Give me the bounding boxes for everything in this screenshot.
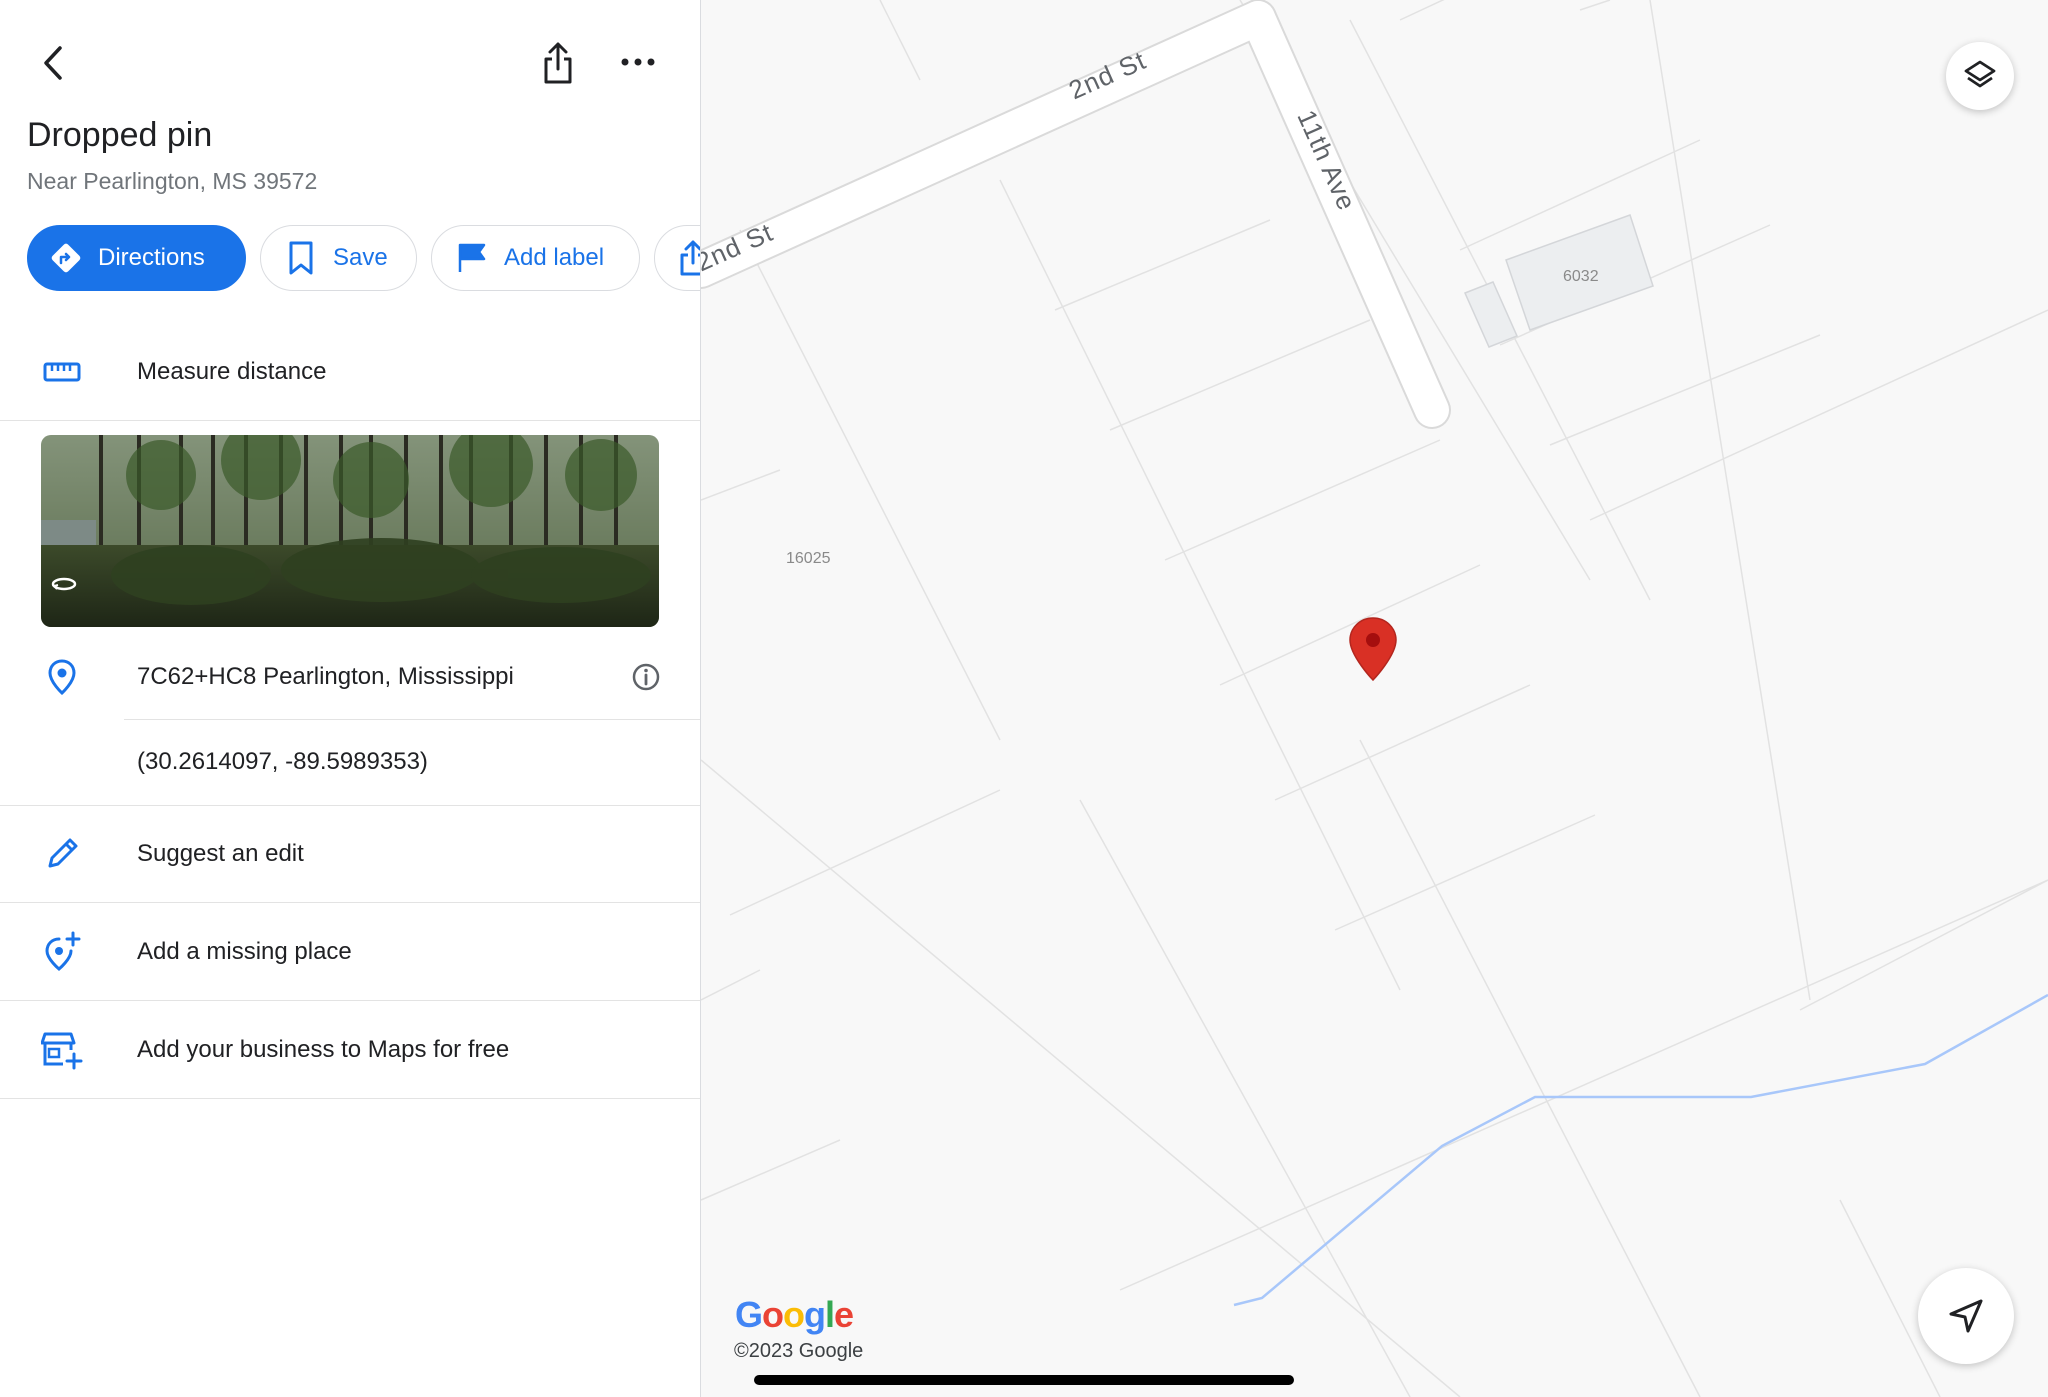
360-rotate-icon bbox=[49, 575, 79, 598]
add-business-icon bbox=[40, 1028, 84, 1072]
share-icon bbox=[544, 42, 572, 84]
measure-distance-label: Measure distance bbox=[137, 358, 327, 385]
flag-icon bbox=[452, 238, 492, 278]
add-label-label: Add label bbox=[504, 244, 605, 271]
place-details-panel: Dropped pin Near Pearlington, MS 39572 D… bbox=[0, 0, 700, 1397]
map-canvas bbox=[701, 0, 2048, 1397]
forest-image bbox=[41, 435, 659, 627]
dropped-pin-marker[interactable] bbox=[1348, 616, 1398, 687]
more-horizontal-icon bbox=[621, 58, 655, 66]
add-business-label: Add your business to Maps for free bbox=[137, 1036, 510, 1063]
parcel-number: 6032 bbox=[1563, 268, 1599, 285]
share-button[interactable] bbox=[536, 38, 580, 88]
location-pin-icon bbox=[40, 655, 84, 699]
measure-distance-row[interactable]: Measure distance bbox=[0, 340, 700, 404]
coordinates-text: (30.2614097, -89.5989353) bbox=[137, 748, 428, 775]
street-view-photo[interactable] bbox=[41, 435, 659, 627]
suggest-edit-label: Suggest an edit bbox=[137, 840, 304, 867]
more-options-button[interactable] bbox=[616, 42, 660, 82]
directions-button[interactable]: Directions bbox=[27, 225, 246, 291]
divider bbox=[0, 1000, 700, 1001]
add-label-button[interactable]: Add label bbox=[431, 225, 640, 291]
divider bbox=[0, 1098, 700, 1099]
divider bbox=[0, 902, 700, 903]
layers-button[interactable] bbox=[1946, 42, 2014, 110]
pencil-icon bbox=[40, 832, 84, 876]
directions-icon bbox=[46, 238, 86, 278]
divider bbox=[124, 719, 700, 720]
add-missing-place-row[interactable]: Add a missing place bbox=[0, 920, 700, 984]
add-location-icon bbox=[40, 930, 84, 974]
my-location-button[interactable] bbox=[1918, 1268, 2014, 1364]
action-chips: Directions Save Add label bbox=[27, 225, 700, 295]
suggest-edit-row[interactable]: Suggest an edit bbox=[0, 822, 700, 886]
add-missing-place-label: Add a missing place bbox=[137, 938, 352, 965]
directions-label: Directions bbox=[98, 244, 205, 271]
chevron-left-icon bbox=[44, 46, 62, 80]
divider bbox=[0, 420, 700, 421]
layers-icon bbox=[1964, 60, 1996, 88]
info-icon[interactable] bbox=[631, 662, 661, 697]
share-icon bbox=[673, 238, 700, 278]
place-subtitle: Near Pearlington, MS 39572 bbox=[27, 168, 318, 194]
home-indicator[interactable] bbox=[754, 1375, 1294, 1385]
coordinates-row[interactable]: (30.2614097, -89.5989353) bbox=[0, 730, 700, 794]
share-place-button[interactable] bbox=[654, 225, 700, 291]
add-business-row[interactable]: Add your business to Maps for free bbox=[0, 1018, 700, 1082]
back-button[interactable] bbox=[30, 40, 76, 86]
place-title: Dropped pin bbox=[27, 116, 213, 154]
map-copyright: ©2023 Google bbox=[734, 1340, 864, 1362]
bookmark-icon bbox=[281, 238, 321, 278]
google-logo: Google bbox=[735, 1294, 854, 1335]
map-view[interactable]: 2nd St 2nd St 11th Ave 16025 6032 bbox=[701, 0, 2048, 1397]
navigation-arrow-icon bbox=[1949, 1299, 1983, 1333]
plus-code-row[interactable]: 7C62+HC8 Pearlington, Mississippi bbox=[0, 645, 700, 709]
plus-code-text: 7C62+HC8 Pearlington, Mississippi bbox=[137, 663, 514, 690]
divider bbox=[0, 805, 700, 806]
save-label: Save bbox=[333, 244, 388, 271]
parcel-number: 16025 bbox=[786, 550, 831, 567]
ruler-icon bbox=[40, 350, 84, 394]
save-button[interactable]: Save bbox=[260, 225, 417, 291]
